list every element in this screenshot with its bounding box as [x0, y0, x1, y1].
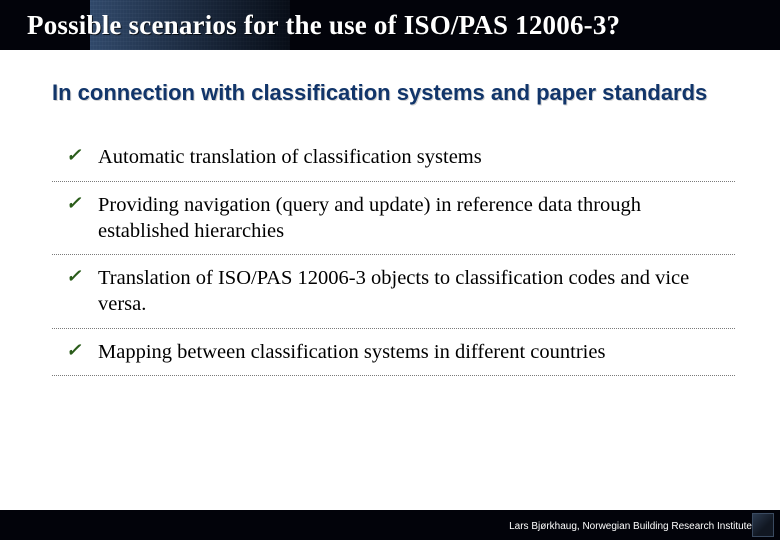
check-icon: ✓ — [66, 144, 81, 167]
slide: Possible scenarios for the use of ISO/PA… — [0, 0, 780, 540]
list-item: ✓ Providing navigation (query and update… — [52, 182, 735, 255]
check-icon: ✓ — [66, 339, 81, 362]
list-item-text: Mapping between classification systems i… — [98, 341, 605, 363]
list-item: ✓ Mapping between classification systems… — [52, 329, 735, 376]
title-bar: Possible scenarios for the use of ISO/PA… — [0, 0, 780, 50]
subtitle: In connection with classification system… — [52, 80, 735, 106]
check-icon: ✓ — [66, 265, 81, 288]
check-icon: ✓ — [66, 192, 81, 215]
bullet-list: ✓ Automatic translation of classificatio… — [52, 134, 735, 375]
list-item: ✓ Automatic translation of classificatio… — [52, 134, 735, 181]
footer-text: Lars Bjørkhaug, Norwegian Building Resea… — [509, 521, 752, 532]
list-item-text: Providing navigation (query and update) … — [98, 194, 641, 242]
list-item: ✓ Translation of ISO/PAS 12006-3 objects… — [52, 255, 735, 328]
footer-bar: Lars Bjørkhaug, Norwegian Building Resea… — [0, 510, 780, 540]
list-item-text: Automatic translation of classification … — [98, 146, 482, 168]
list-item-text: Translation of ISO/PAS 12006-3 objects t… — [98, 267, 689, 315]
content-area: In connection with classification system… — [52, 80, 735, 376]
corner-decoration — [752, 513, 774, 537]
slide-title: Possible scenarios for the use of ISO/PA… — [15, 10, 620, 41]
